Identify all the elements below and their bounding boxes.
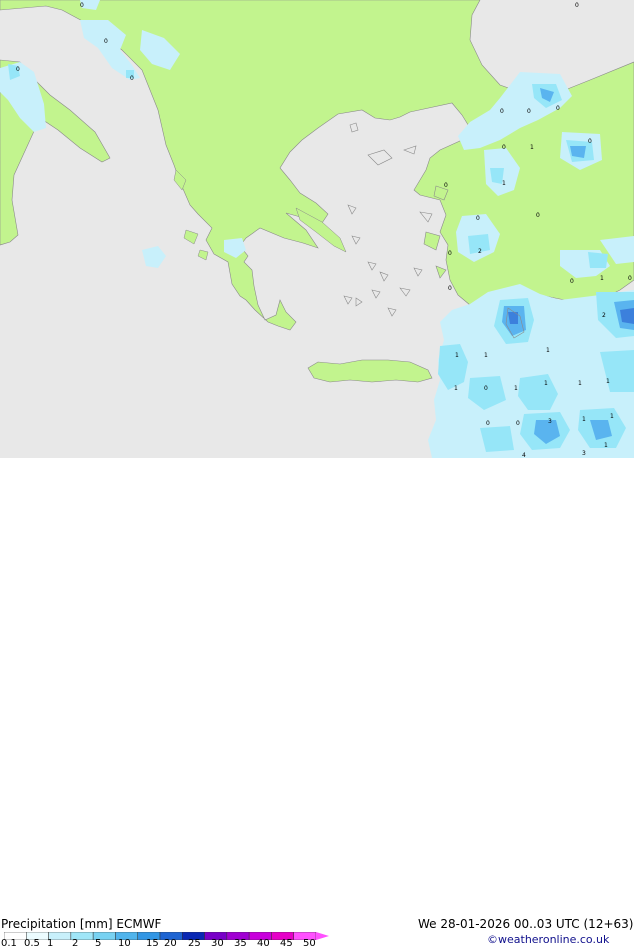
grid-value-label: 1 [610, 413, 614, 420]
colorbar-tick-label: 10 [118, 938, 131, 949]
grid-value-label: 1 [484, 352, 488, 359]
colorbar-tick-label: 1 [47, 938, 54, 949]
grid-value-label: 1 [600, 275, 604, 282]
grid-value-label: 0 [575, 2, 579, 9]
colorbar-tick-label: 5 [95, 938, 102, 949]
grid-value-label: 1 [578, 380, 582, 387]
grid-value-label: 0 [516, 420, 520, 427]
grid-value-label: 1 [606, 378, 610, 385]
credit-link[interactable]: ©weatheronline.co.uk [487, 933, 609, 947]
footer: Precipitation [mm] ECMWF We 28-01-2026 0… [0, 458, 634, 949]
grid-value-label: 1 [604, 442, 608, 449]
grid-value-label: 0 [448, 250, 452, 257]
grid-value-label: 1 [455, 352, 459, 359]
grid-value-label: 0 [448, 285, 452, 292]
legend-title: Precipitation [mm] ECMWF [1, 917, 162, 931]
grid-value-label: 0 [527, 108, 531, 115]
colorbar-tick-label: 25 [188, 938, 201, 949]
colorbar-tick-label: 50 [303, 938, 316, 949]
colorbar-arrow [316, 932, 329, 940]
grid-value-label: 2 [478, 248, 482, 255]
grid-value-label: 0 [130, 75, 134, 82]
land-crete [307, 359, 433, 383]
grid-value-label: 1 [582, 416, 586, 423]
grid-value-label: 3 [548, 418, 552, 425]
colorbar-tick-label: 0.1 [1, 938, 17, 949]
grid-value-label: 3 [582, 450, 586, 457]
precipitation-map: 000000 0000 1000200110201 11 0 11 1 10 3 1 1014 31 [0, 0, 634, 458]
grid-value-label: 0 [104, 38, 108, 45]
colorbar-tick-label: 30 [211, 938, 224, 949]
grid-value-label: 0 [444, 182, 448, 189]
grid-value-label: 1 [530, 144, 534, 151]
grid-value-label: 0 [476, 215, 480, 222]
grid-value-label: 0 [484, 385, 488, 392]
grid-value-label: 0 [628, 275, 632, 282]
grid-value-label: 0 [502, 144, 506, 151]
grid-value-label: 1 [546, 347, 550, 354]
grid-value-label: 1 [502, 180, 506, 187]
grid-value-label: 1 [514, 385, 518, 392]
colorbar-tick-label: 0.5 [24, 938, 40, 949]
grid-value-label: 0 [486, 420, 490, 427]
grid-value-label: 0 [80, 2, 84, 9]
colorbar-tick-label: 2 [72, 938, 79, 949]
colorbar-tick-label: 40 [257, 938, 270, 949]
grid-value-label: 1 [544, 380, 548, 387]
colorbar-tick-label: 15 [146, 938, 159, 949]
grid-value-label: 0 [536, 212, 540, 219]
grid-value-label: 0 [500, 108, 504, 115]
grid-value-label: 1 [454, 385, 458, 392]
grid-value-label: 2 [602, 312, 606, 319]
colorbar-tick-label: 45 [280, 938, 293, 949]
colorbar-tick-label: 35 [234, 938, 247, 949]
grid-value-label: 0 [556, 105, 560, 112]
grid-value-label: 0 [588, 138, 592, 145]
grid-value-label: 0 [16, 66, 20, 73]
run-info: We 28-01-2026 00..03 UTC (12+63) [418, 917, 634, 931]
colorbar-tick-label: 20 [164, 938, 177, 949]
grid-value-label: 0 [570, 278, 574, 285]
